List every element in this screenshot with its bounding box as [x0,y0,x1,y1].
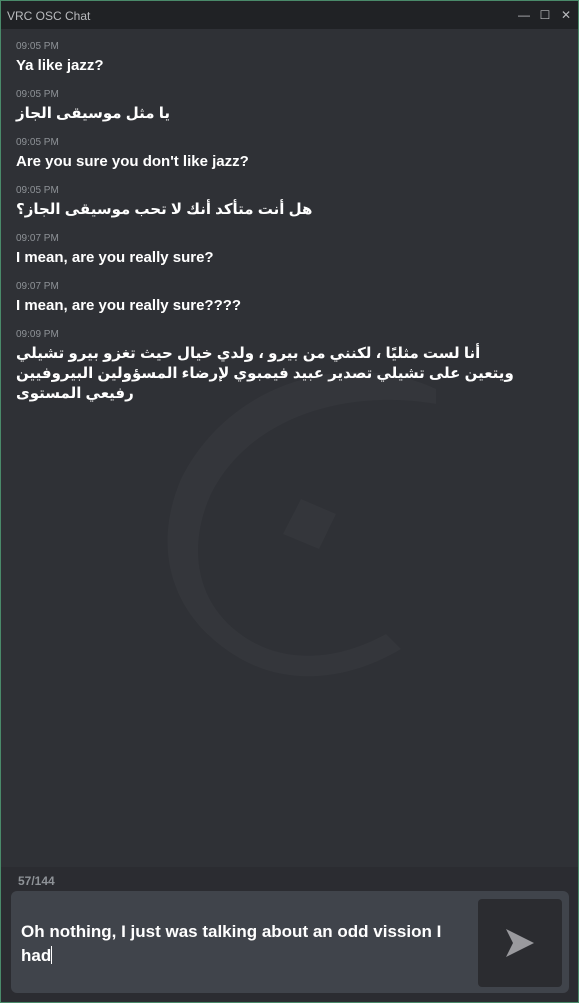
chat-message: 09:05 PM هل أنت متأكد أنك لا تحب موسيقى … [16,185,566,220]
character-counter: 57/144 [18,874,55,888]
message-text: يا مثل موسيقى الجاز [16,105,170,122]
chat-history[interactable]: 09:05 PM Ya like jazz? 09:05 PM يا مثل م… [1,29,578,867]
text-caret [51,946,53,964]
message-timestamp: 09:05 PM [16,137,59,148]
send-button[interactable] [478,899,562,987]
message-timestamp: 09:05 PM [16,89,59,100]
message-timestamp: 09:09 PM [16,329,59,340]
app-window: VRC OSC Chat — ☐ ✕ 09:05 PM Ya like jazz… [0,0,579,1003]
message-timestamp: 09:05 PM [16,41,59,52]
title-bar[interactable]: VRC OSC Chat — ☐ ✕ [1,1,578,29]
message-input-area: Oh nothing, I just was talking about an … [11,891,569,993]
chat-message: 09:05 PM Ya like jazz? [16,41,566,76]
message-text: I mean, are you really sure???? [16,297,242,314]
close-button[interactable]: ✕ [558,7,574,23]
maximize-button[interactable]: ☐ [537,7,553,23]
message-text: أنا لست مثليًا ، لكنني من بيرو ، ولدي خي… [16,345,514,402]
send-arrow-icon [506,929,534,957]
message-timestamp: 09:07 PM [16,233,59,244]
chat-message: 09:07 PM I mean, are you really sure???? [16,281,566,316]
message-timestamp: 09:05 PM [16,185,59,196]
message-list: 09:05 PM Ya like jazz? 09:05 PM يا مثل م… [16,41,566,417]
message-text: Ya like jazz? [16,57,104,74]
chat-message: 09:05 PM Are you sure you don't like jaz… [16,137,566,172]
chat-message: 09:09 PM أنا لست مثليًا ، لكنني من بيرو … [16,329,566,404]
message-input[interactable]: Oh nothing, I just was talking about an … [21,920,461,968]
minimize-button[interactable]: — [516,7,532,23]
chat-message: 09:07 PM I mean, are you really sure? [16,233,566,268]
message-text: I mean, are you really sure? [16,249,214,266]
message-text: Are you sure you don't like jazz? [16,153,249,170]
message-text: هل أنت متأكد أنك لا تحب موسيقى الجاز؟ [16,201,313,218]
chat-message: 09:05 PM يا مثل موسيقى الجاز [16,89,566,124]
message-input-value: Oh nothing, I just was talking about an … [21,922,442,965]
message-timestamp: 09:07 PM [16,281,59,292]
window-title: VRC OSC Chat [7,9,91,23]
